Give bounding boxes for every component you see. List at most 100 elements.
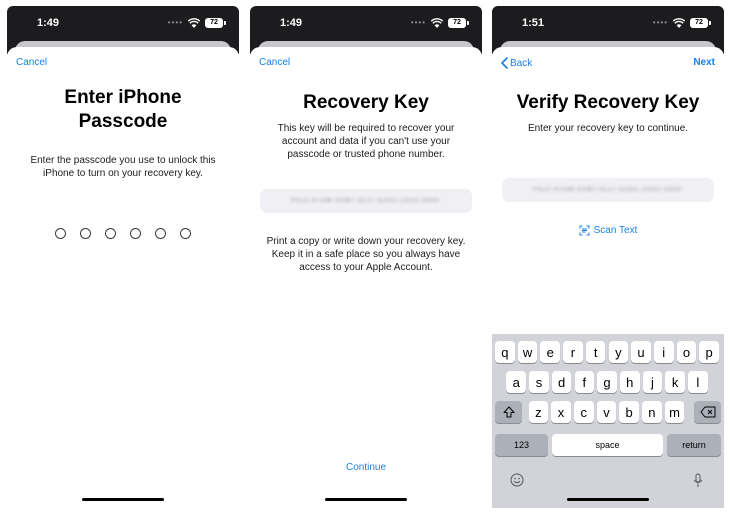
note-line: Print a copy or write down your recovery… bbox=[266, 236, 466, 247]
status-icons: •••• 72 bbox=[652, 17, 711, 29]
cellular-icon: •••• bbox=[167, 18, 183, 27]
key-u[interactable]: u bbox=[631, 341, 651, 363]
key-q[interactable]: q bbox=[495, 341, 515, 363]
return-key[interactable]: return bbox=[667, 434, 721, 456]
title-line: Enter iPhone bbox=[64, 87, 182, 108]
key-e[interactable]: e bbox=[540, 341, 561, 363]
key-b[interactable]: b bbox=[619, 401, 639, 423]
key-t[interactable]: t bbox=[585, 341, 606, 363]
scan-text-icon bbox=[579, 225, 590, 236]
recovery-key-input[interactable]: P5LC-4TOW-XXWT-5L2T-G2GC-2XG2-XNXF bbox=[502, 178, 714, 202]
passcode-digit bbox=[130, 228, 141, 239]
description-line: Enter the passcode you use to unlock thi… bbox=[30, 155, 216, 166]
key-i[interactable]: i bbox=[653, 341, 674, 363]
title-line: Passcode bbox=[78, 111, 168, 132]
scan-text-button[interactable]: Scan Text bbox=[492, 225, 724, 236]
passcode-digit bbox=[105, 228, 116, 239]
recovery-key-value: P5LC-4TOW-XXWT-5L2T-G2GC-2XG2-XNXF bbox=[290, 198, 441, 204]
cancel-button[interactable]: Cancel bbox=[16, 57, 47, 68]
passcode-screen: 1:49 •••• 72 Cancel Enter iPhone Passcod… bbox=[7, 6, 239, 508]
recovery-key-note: Print a copy or write down your recovery… bbox=[264, 235, 468, 274]
passcode-digit bbox=[155, 228, 166, 239]
recovery-key-field: P5LC-4TOW-XXWT-5L2T-G2GC-2XG2-XNXF bbox=[260, 189, 472, 213]
shift-key[interactable] bbox=[495, 401, 522, 423]
key-m[interactable]: m bbox=[664, 401, 685, 423]
numbers-key[interactable]: 123 bbox=[495, 434, 548, 456]
key-d[interactable]: d bbox=[551, 371, 572, 393]
key-h[interactable]: h bbox=[619, 371, 640, 393]
key-p[interactable]: p bbox=[699, 341, 719, 363]
battery-icon: 72 bbox=[205, 18, 226, 28]
page-title: Verify Recovery Key bbox=[516, 92, 700, 113]
page-title: Enter iPhone Passcode bbox=[17, 86, 229, 134]
emoji-icon bbox=[510, 473, 524, 487]
key-y[interactable]: y bbox=[608, 341, 629, 363]
wifi-icon bbox=[188, 18, 200, 28]
description-line: This key will be required to recover you… bbox=[277, 123, 455, 134]
key-w[interactable]: w bbox=[517, 341, 538, 363]
description-line: passcode or trusted phone number. bbox=[287, 149, 445, 160]
cellular-icon: •••• bbox=[652, 18, 668, 27]
passcode-digit bbox=[180, 228, 191, 239]
recovery-key-entered: P5LC-4TOW-XXWT-5L2T-G2GC-2XG2-XNXF bbox=[532, 187, 683, 193]
keyboard-row-3: z x c v b n m bbox=[492, 401, 724, 423]
home-indicator[interactable] bbox=[325, 498, 407, 501]
dictation-button[interactable] bbox=[691, 472, 705, 488]
keyboard-row-4: 123 space return bbox=[492, 434, 724, 456]
passcode-description: Enter the passcode you use to unlock thi… bbox=[25, 154, 221, 180]
shift-icon bbox=[503, 406, 514, 418]
note-line: Keep it in a safe place so you always ha… bbox=[271, 249, 461, 260]
wifi-icon bbox=[673, 18, 685, 28]
key-c[interactable]: c bbox=[573, 401, 594, 423]
status-time: 1:51 bbox=[522, 17, 545, 29]
verify-recovery-key-screen: 1:51 •••• 72 Back Next Verify Recovery K… bbox=[492, 6, 724, 508]
delete-key[interactable] bbox=[694, 401, 721, 423]
home-indicator[interactable] bbox=[82, 498, 164, 501]
battery-icon: 72 bbox=[448, 18, 469, 28]
passcode-input[interactable] bbox=[7, 228, 239, 239]
key-s[interactable]: s bbox=[529, 371, 549, 393]
recovery-key-description: This key will be required to recover you… bbox=[268, 122, 464, 161]
chevron-left-icon bbox=[501, 57, 508, 69]
home-indicator[interactable] bbox=[567, 498, 649, 501]
wifi-icon bbox=[431, 18, 443, 28]
status-time: 1:49 bbox=[280, 17, 303, 29]
description-line: iPhone to turn on your recovery key. bbox=[43, 168, 203, 179]
back-button[interactable]: Back bbox=[501, 57, 532, 69]
modal-sheet bbox=[250, 47, 482, 508]
passcode-digit bbox=[80, 228, 91, 239]
key-l[interactable]: l bbox=[688, 371, 708, 393]
cancel-button[interactable]: Cancel bbox=[259, 57, 290, 68]
next-button[interactable]: Next bbox=[693, 57, 715, 68]
key-o[interactable]: o bbox=[676, 341, 697, 363]
battery-icon: 72 bbox=[690, 18, 711, 28]
keyboard: q w e r t y u i o p a s d f g h j k l z bbox=[492, 334, 724, 508]
key-k[interactable]: k bbox=[665, 371, 685, 393]
key-z[interactable]: z bbox=[528, 401, 549, 423]
key-a[interactable]: a bbox=[506, 371, 527, 393]
verify-description: Enter your recovery key to continue. bbox=[527, 123, 689, 134]
key-v[interactable]: v bbox=[596, 401, 617, 423]
status-icons: •••• 72 bbox=[167, 17, 226, 29]
key-j[interactable]: j bbox=[642, 371, 663, 393]
emoji-button[interactable] bbox=[510, 472, 524, 488]
cellular-icon: •••• bbox=[410, 18, 426, 27]
backspace-icon bbox=[700, 406, 715, 418]
keyboard-row-2: a s d f g h j k l bbox=[492, 371, 724, 393]
status-time: 1:49 bbox=[37, 17, 60, 29]
scan-text-label: Scan Text bbox=[593, 225, 638, 236]
key-x[interactable]: x bbox=[551, 401, 571, 423]
microphone-icon bbox=[693, 473, 703, 487]
recovery-key-screen: 1:49 •••• 72 Cancel Recovery Key This ke… bbox=[250, 6, 482, 508]
key-n[interactable]: n bbox=[642, 401, 662, 423]
keyboard-row-1: q w e r t y u i o p bbox=[492, 341, 724, 363]
back-label: Back bbox=[510, 57, 533, 69]
key-f[interactable]: f bbox=[574, 371, 595, 393]
passcode-digit bbox=[55, 228, 66, 239]
continue-button[interactable]: Continue bbox=[250, 462, 482, 473]
key-g[interactable]: g bbox=[597, 371, 617, 393]
page-title: Recovery Key bbox=[303, 92, 429, 113]
key-r[interactable]: r bbox=[563, 341, 583, 363]
status-icons: •••• 72 bbox=[410, 17, 469, 29]
space-key[interactable]: space bbox=[552, 434, 663, 456]
